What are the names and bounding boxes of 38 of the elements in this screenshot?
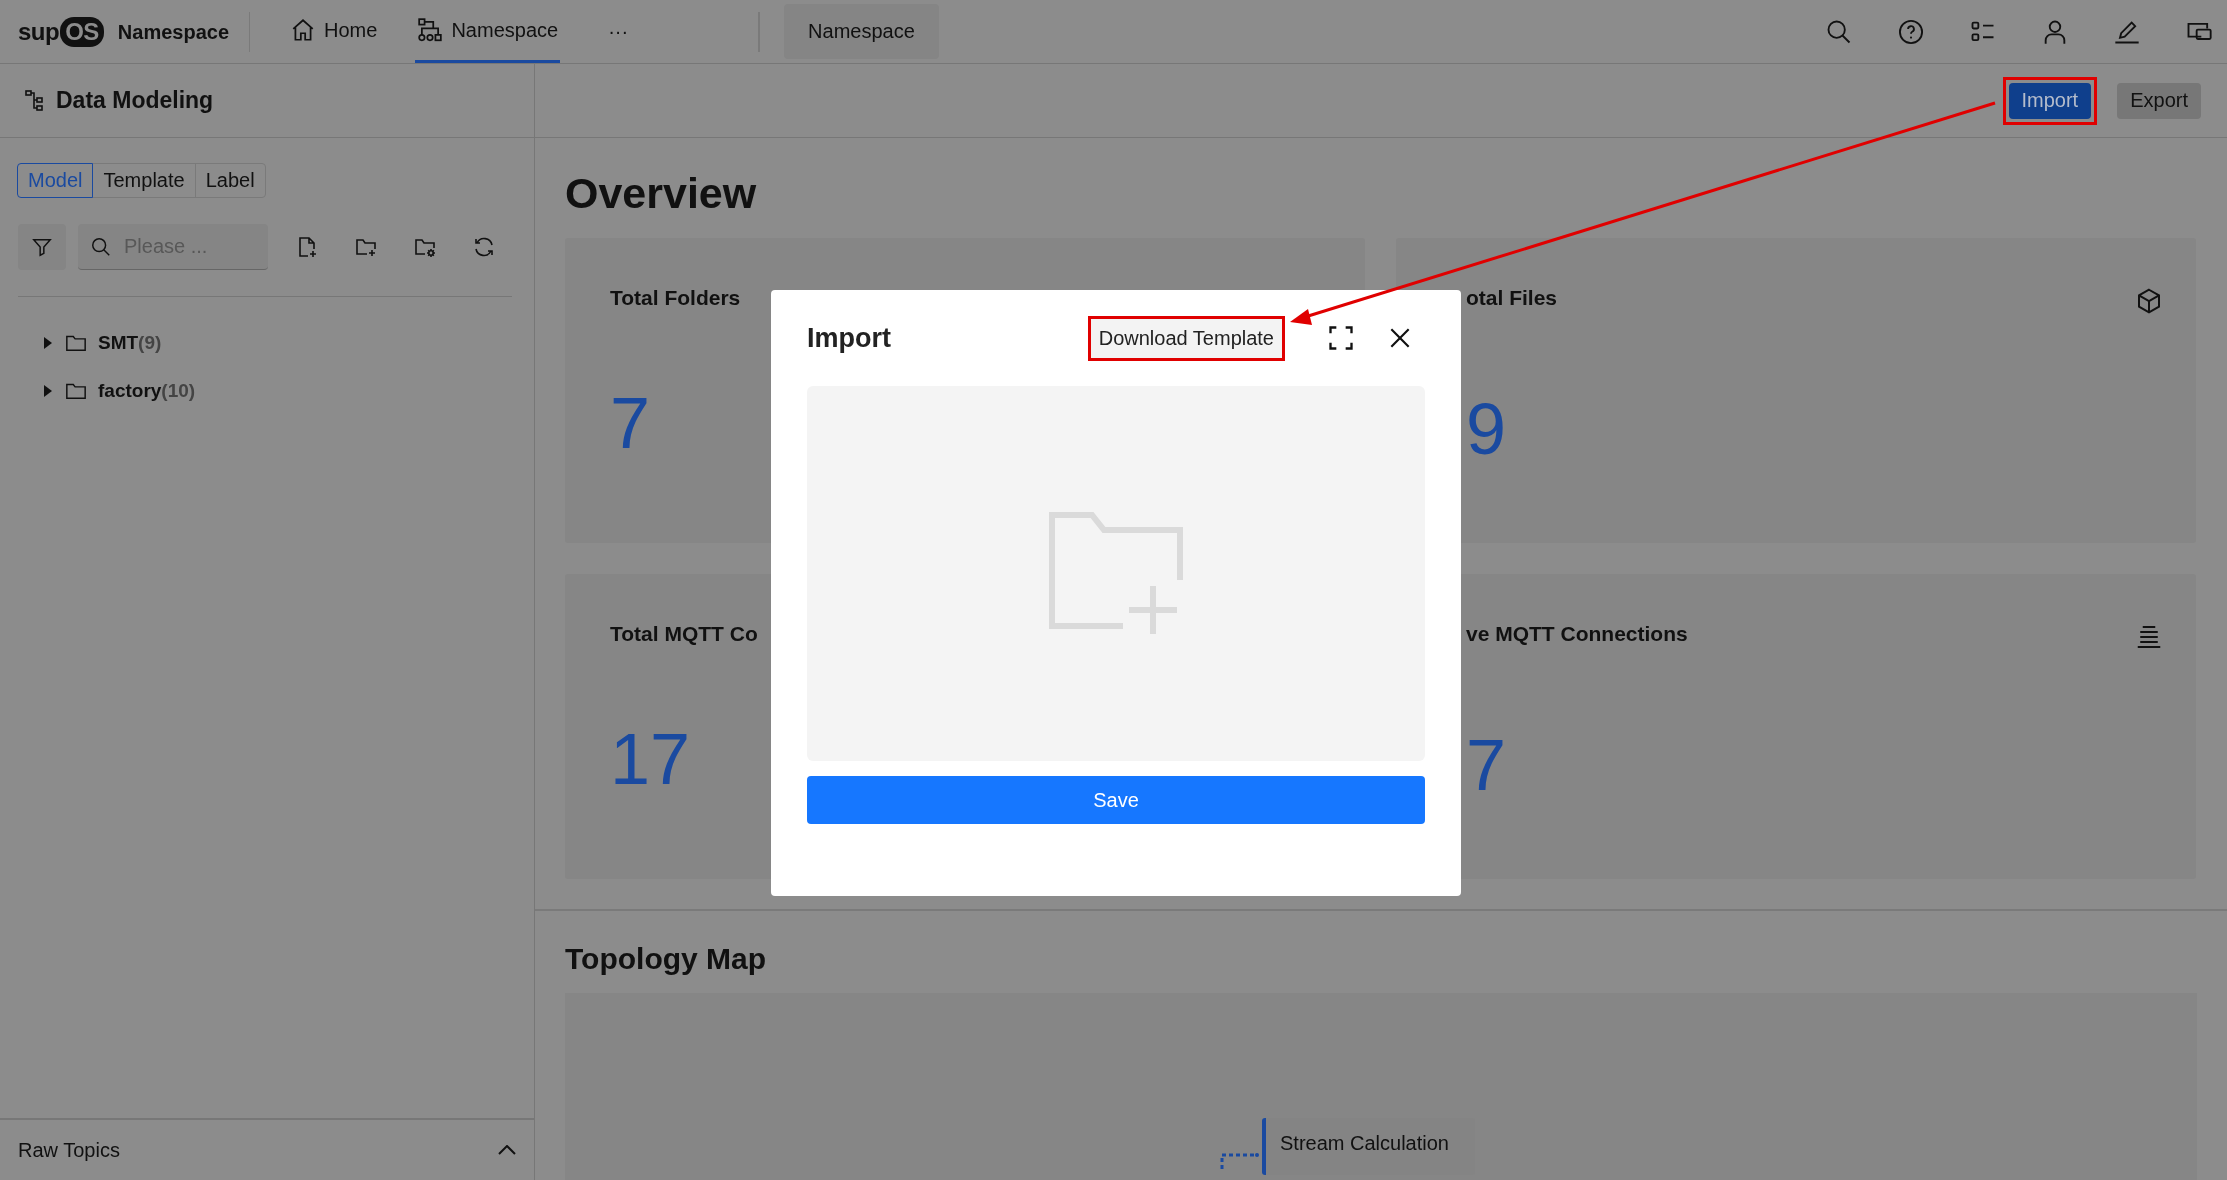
stat-value: 7: [1466, 724, 1508, 806]
toolbar-button[interactable]: Import: [2008, 82, 2092, 119]
connector-line: [1220, 1153, 1262, 1169]
refresh-icon[interactable]: [472, 235, 496, 259]
dialog-title: Import: [807, 322, 891, 354]
filter-button[interactable]: [18, 224, 66, 270]
nav-tab[interactable]: Home: [288, 0, 380, 63]
stat-value: 9: [1466, 388, 1508, 470]
caret-right-icon[interactable]: [44, 337, 54, 349]
help-icon[interactable]: [1897, 17, 1925, 46]
filter-icon: [31, 236, 53, 258]
nav-tab[interactable]: Namespace: [415, 0, 561, 63]
panel-title: Data Modeling: [56, 87, 214, 114]
tree-item[interactable]: factory(10): [98, 380, 196, 402]
save-button[interactable]: Save: [807, 776, 1425, 824]
panel-title: Raw Topics: [18, 1138, 120, 1162]
chevron-up-icon[interactable]: [498, 1145, 516, 1155]
stat-title: ve MQTT Connections: [1466, 622, 1688, 646]
more-menu[interactable]: ···: [608, 20, 629, 43]
search-icon: [90, 236, 112, 258]
stat-title: Total MQTT Co: [610, 622, 758, 646]
section-title: Topology Map: [565, 941, 768, 977]
stat-value: 7: [610, 382, 652, 464]
tree-item[interactable]: SMT(9): [98, 332, 162, 354]
segment-tab[interactable]: Label: [194, 163, 266, 198]
page-tab[interactable]: Namespace: [784, 4, 939, 59]
section-title: Overview: [565, 168, 758, 218]
caret-right-icon[interactable]: [44, 385, 54, 397]
stat-title: Total Folders: [610, 286, 741, 310]
download-template-button[interactable]: Download Template: [1090, 318, 1282, 358]
logo: sup OS: [0, 0, 104, 63]
app-title: Namespace: [117, 11, 251, 52]
folder-plus-icon: [1049, 511, 1183, 636]
toolbar-button[interactable]: Export: [2117, 82, 2201, 119]
stat-title: otal Files: [1466, 286, 1558, 310]
fullscreen-icon[interactable]: [1327, 324, 1355, 352]
nodes-icon: [417, 17, 444, 43]
segment-tab[interactable]: Template: [92, 163, 196, 198]
